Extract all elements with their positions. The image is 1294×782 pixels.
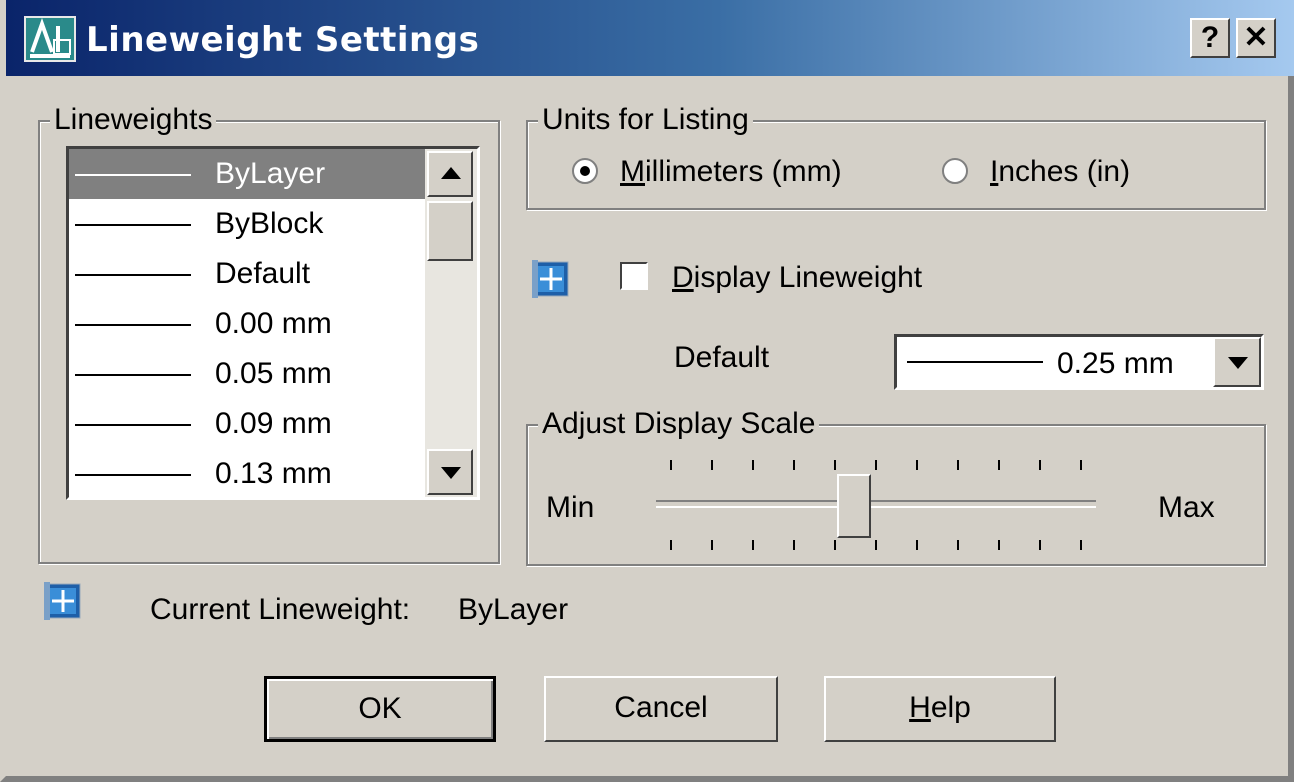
slider-tick [916, 460, 918, 470]
list-item-label: 0.13 mm [215, 457, 332, 490]
slider-tick [875, 540, 877, 550]
title-bar[interactable]: Lineweight Settings ? ✕ [6, 0, 1294, 76]
list-item-label: ByLayer [215, 157, 326, 190]
lineweight-sample [75, 424, 191, 426]
cancel-button[interactable]: Cancel [544, 676, 778, 742]
lineweight-sample [75, 374, 191, 376]
display-scale-slider[interactable] [837, 474, 871, 538]
lineweight-sample [907, 361, 1043, 363]
display-scale-legend: Adjust Display Scale [538, 406, 820, 442]
slider-tick [1080, 460, 1082, 470]
list-item[interactable]: 0.05 mm [69, 349, 477, 399]
close-button[interactable]: ✕ [1236, 18, 1276, 58]
millimeters-radio[interactable] [572, 158, 598, 184]
current-lineweight-value: ByLayer [458, 593, 569, 626]
lineweight-sample [75, 474, 191, 476]
units-legend: Units for Listing [538, 102, 753, 138]
lineweight-sample [75, 224, 191, 226]
display-lineweight-checkbox[interactable] [620, 262, 648, 290]
list-item-label: ByBlock [215, 207, 324, 240]
radio-dot [580, 166, 590, 176]
inches-radio[interactable] [942, 158, 968, 184]
millimeters-label[interactable]: Millimeters (mm) [620, 154, 842, 190]
default-label: Default [674, 341, 770, 374]
min-label: Min [546, 491, 595, 524]
arrow-up-icon [441, 167, 461, 179]
lineweight-sample [75, 274, 191, 276]
mnemonic: D [672, 261, 694, 294]
arrow-down-icon [441, 467, 461, 479]
scroll-thumb[interactable] [427, 201, 473, 261]
slider-tick [834, 540, 836, 550]
display-lineweight-label[interactable]: Display Lineweight [672, 260, 922, 296]
scroll-down-button[interactable] [427, 449, 473, 495]
list-item[interactable]: 0.09 mm [69, 399, 477, 449]
display-scale-track[interactable] [656, 500, 1096, 508]
current-lineweight-label: Current Lineweight: [150, 593, 411, 626]
label-rest: nches (in) [998, 155, 1131, 188]
window-title: Lineweight Settings [86, 20, 480, 60]
inches-label[interactable]: Inches (in) [990, 154, 1130, 190]
list-item[interactable]: 0.00 mm [69, 299, 477, 349]
slider-tick [752, 460, 754, 470]
slider-tick [793, 460, 795, 470]
chevron-down-icon [1228, 357, 1248, 369]
ok-button[interactable]: OK [264, 676, 496, 742]
slider-tick [998, 460, 1000, 470]
lineweights-legend: Lineweights [50, 102, 217, 138]
mnemonic: M [620, 155, 645, 188]
slider-tick [1039, 460, 1041, 470]
help-title-button[interactable]: ? [1190, 18, 1230, 58]
list-item-label: 0.09 mm [215, 407, 332, 440]
slider-tick [752, 540, 754, 550]
dropdown-button[interactable] [1213, 337, 1261, 387]
default-lineweight-dropdown[interactable]: 0.25 mm [894, 334, 1264, 390]
slider-tick [670, 460, 672, 470]
list-item[interactable]: ByBlock [69, 199, 477, 249]
slider-tick [875, 460, 877, 470]
slider-tick [957, 540, 959, 550]
lineweight-sample [75, 324, 191, 326]
lineweight-icon [532, 260, 572, 298]
label-rest: illimeters (mm) [645, 155, 842, 188]
default-lineweight-value: 0.25 mm [1057, 347, 1174, 380]
slider-tick [1080, 540, 1082, 550]
label-rest: elp [930, 691, 971, 724]
list-item[interactable]: ByLayer [69, 149, 477, 199]
label-rest: isplay Lineweight [693, 261, 923, 294]
current-lineweight-icon [44, 582, 84, 620]
slider-tick [998, 540, 1000, 550]
slider-tick [793, 540, 795, 550]
max-label: Max [1158, 491, 1215, 524]
lineweights-list[interactable]: ByLayer ByBlock Default 0.00 mm 0.05 mm … [66, 146, 480, 500]
slider-tick [711, 460, 713, 470]
slider-tick [916, 540, 918, 550]
close-icon: ✕ [1243, 21, 1269, 54]
help-button[interactable]: Help [824, 676, 1056, 742]
slider-tick [670, 540, 672, 550]
slider-tick [957, 460, 959, 470]
mnemonic: H [909, 691, 931, 724]
slider-tick [834, 460, 836, 470]
list-item-label: 0.00 mm [215, 307, 332, 340]
app-icon [24, 16, 76, 62]
slider-tick [711, 540, 713, 550]
list-item-label: 0.05 mm [215, 357, 332, 390]
list-item[interactable]: 0.13 mm [69, 449, 477, 497]
list-scrollbar[interactable] [425, 149, 477, 497]
lineweight-settings-dialog: Lineweight Settings ? ✕ Lineweights ByLa… [0, 0, 1294, 782]
lineweight-sample [75, 174, 191, 176]
scroll-up-button[interactable] [427, 151, 473, 197]
list-item[interactable]: Default [69, 249, 477, 299]
list-item-label: Default [215, 257, 311, 290]
display-scale-group: Adjust Display Scale [526, 406, 1266, 566]
slider-tick [1039, 540, 1041, 550]
